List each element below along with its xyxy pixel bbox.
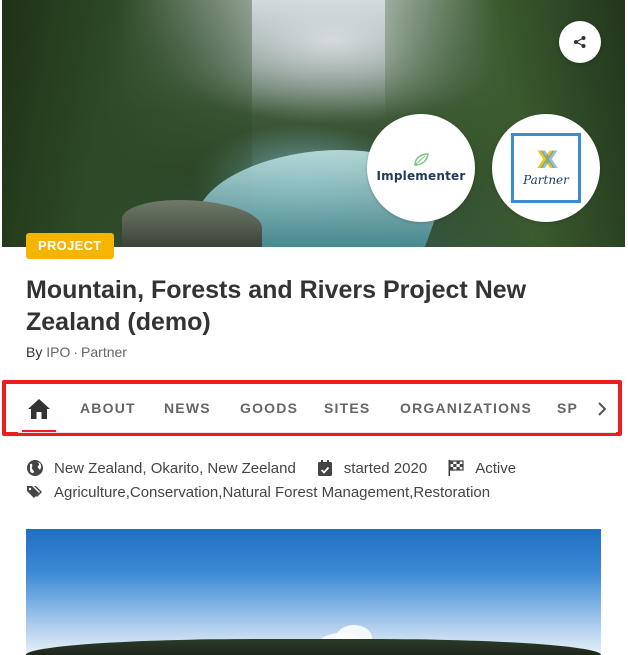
implementer-label: Implementer — [376, 169, 466, 183]
project-photo — [26, 529, 601, 655]
status-item: Active — [447, 459, 516, 477]
tab-goods[interactable]: GOODS — [240, 386, 298, 432]
status-text: Active — [475, 459, 517, 477]
leaf-icon — [414, 153, 429, 166]
home-icon — [28, 399, 50, 419]
tags-row: Agriculture, Conservation, Natural Fores… — [26, 483, 490, 501]
partner-logo-box: X Partner — [511, 133, 581, 203]
meta-row: New Zealand, Okarito, New Zeeland starte… — [26, 459, 536, 477]
partner-label: Partner — [523, 173, 569, 187]
tab-sites[interactable]: SITES — [324, 386, 370, 432]
implementer-logo[interactable]: Implementer — [367, 114, 475, 222]
checkered-flag-icon — [448, 460, 464, 476]
calendar-icon — [317, 460, 332, 476]
tab-about[interactable]: ABOUT — [80, 386, 136, 432]
tab-bar: ABOUT NEWS GOODS SITES ORGANIZATIONS SP — [18, 386, 616, 433]
tag-conservation[interactable]: Conservation — [130, 484, 218, 501]
byline-separator: · — [73, 344, 79, 360]
tab-home[interactable] — [22, 386, 56, 432]
globe-icon — [27, 460, 43, 476]
started-item: started 2020 — [316, 459, 427, 477]
location-text: New Zealand, Okarito, New Zeeland — [54, 459, 296, 477]
share-icon — [574, 36, 586, 48]
tag-restoration[interactable]: Restoration — [413, 484, 490, 501]
tab-scroll-right-button[interactable] — [588, 386, 616, 432]
project-type-badge: PROJECT — [26, 233, 114, 259]
tab-organizations[interactable]: ORGANIZATIONS — [400, 386, 532, 432]
page-title: Mountain, Forests and Rivers Project New… — [26, 276, 527, 336]
org-role: Partner — [81, 344, 127, 360]
org-link[interactable]: IPO — [46, 344, 70, 360]
tab-news[interactable]: NEWS — [164, 386, 211, 432]
partner-logo[interactable]: X Partner — [492, 114, 600, 222]
location-item: New Zealand, Okarito, New Zeeland — [26, 459, 296, 477]
tag-natural-forest-management[interactable]: Natural Forest Management — [222, 484, 409, 501]
tag-agriculture[interactable]: Agriculture — [54, 484, 126, 501]
tags-icon — [27, 486, 42, 498]
byline: By IPO · Partner — [26, 344, 127, 360]
chevron-right-icon — [598, 402, 607, 416]
started-text: started 2020 — [343, 459, 428, 477]
share-button[interactable] — [559, 21, 601, 63]
x-logo-icon: X — [537, 148, 558, 172]
by-label: By — [26, 344, 43, 360]
tab-sp[interactable]: SP — [557, 386, 578, 432]
